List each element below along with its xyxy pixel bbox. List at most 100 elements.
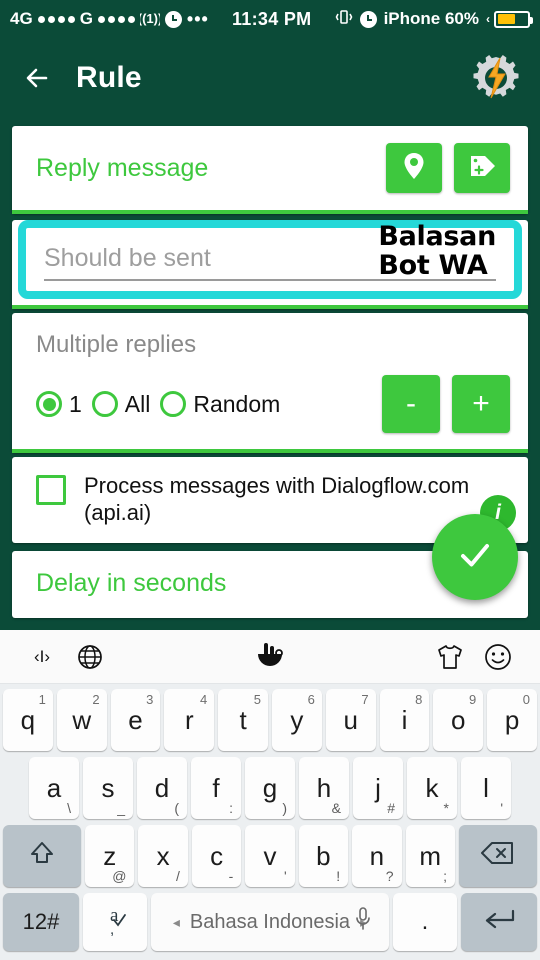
annotation-line-2: Bot WA (378, 250, 488, 282)
keyboard-row-3: z @ x / c- v ' b! n? m; (3, 825, 537, 887)
alarm-clock-icon (164, 10, 182, 28)
space-key[interactable]: ◂ Bahasa Indonesia ▸ (151, 893, 389, 951)
key-o[interactable]: 9o (433, 689, 484, 751)
key-s[interactable]: s _ (83, 757, 133, 819)
save-fab-button[interactable] (432, 514, 518, 600)
key-hint: 3 (146, 692, 154, 707)
key-label: z (103, 840, 117, 871)
period-key[interactable]: . (393, 893, 457, 951)
radio-option-all[interactable]: All (91, 391, 150, 418)
status-time: 11:34 PM (231, 8, 312, 29)
enter-key[interactable] (461, 893, 537, 951)
status-bar-center: 11:34 PM (209, 9, 335, 30)
battery-charge-tick-icon: ‹ (486, 12, 490, 26)
key-hint: 2 (92, 692, 100, 707)
key-hint: ; (443, 868, 447, 884)
key-hint: / (175, 868, 180, 884)
increment-button[interactable]: + (452, 375, 510, 433)
key-e[interactable]: 3e (110, 689, 161, 751)
key-v[interactable]: v ' (245, 825, 295, 887)
key-f[interactable]: f: (191, 757, 241, 819)
key-m[interactable]: m; (405, 825, 455, 887)
key-label: g (262, 772, 278, 803)
key-label: b (316, 840, 331, 871)
key-k[interactable]: k * (407, 757, 457, 819)
location-pin-button[interactable] (386, 143, 442, 193)
decrement-button[interactable]: - (382, 375, 440, 433)
emoji-smiley-icon[interactable] (474, 642, 522, 672)
key-d[interactable]: d( (137, 757, 187, 819)
card-divider-3 (12, 449, 528, 453)
network-type-label: 4G (10, 9, 33, 28)
key-u[interactable]: 7u (325, 689, 376, 751)
numeric-symbols-key[interactable]: 12# (3, 893, 79, 951)
key-q[interactable]: 1q (3, 689, 53, 751)
key-hint: ( (174, 800, 179, 816)
key-label: q (20, 704, 36, 735)
shift-key[interactable] (3, 825, 82, 887)
key-c[interactable]: c- (191, 825, 242, 887)
tshirt-theme-icon[interactable] (426, 643, 474, 671)
stepper-buttons: - + (382, 375, 510, 433)
key-hint: @ (112, 868, 127, 884)
keyboard-row-4: 12# a , ◂ Bahasa Indonesia ▸ . (3, 893, 537, 951)
card-divider-2 (12, 305, 528, 309)
prev-language-arrow[interactable]: ◂ (173, 914, 180, 931)
key-n[interactable]: n? (352, 825, 402, 887)
key-label: p (504, 704, 520, 735)
back-arrow-icon[interactable] (18, 58, 58, 98)
status-bar-right: iPhone 60% ‹ (335, 9, 533, 30)
key-r[interactable]: 4r (164, 689, 215, 751)
reply-count-radio-group: 1 All Random (36, 391, 280, 418)
dialogflow-checkbox[interactable] (36, 475, 66, 505)
key-label: s (101, 772, 115, 803)
key-a[interactable]: a \ (29, 757, 79, 819)
key-label: t (239, 704, 247, 735)
key-label: n (369, 840, 385, 871)
multiple-replies-card: Multiple replies 1 All Random - + (12, 313, 528, 453)
key-t[interactable]: 5t (218, 689, 268, 751)
backspace-key[interactable] (458, 825, 537, 887)
cursor-move-icon[interactable]: ‹I› (18, 645, 66, 669)
input-highlight-box: Should be sent Balasan Bot WA (18, 220, 522, 299)
shift-arrow-icon (26, 838, 58, 875)
battery-label: iPhone 60% (383, 9, 479, 28)
key-hint: ? (385, 868, 394, 884)
reply-message-row: Reply message (12, 126, 528, 210)
key-w[interactable]: 2w (56, 689, 107, 751)
key-i[interactable]: 8i (379, 689, 430, 751)
key-hint: # (387, 800, 395, 816)
multiple-replies-title: Multiple replies (36, 331, 197, 358)
status-bar: 4G G ((1)) ••• 11:34 PM (0, 0, 540, 38)
backspace-icon (480, 840, 516, 873)
key-hint: 9 (468, 692, 477, 707)
key-z[interactable]: z @ (85, 825, 135, 887)
key-b[interactable]: b! (298, 825, 349, 887)
key-label: c (210, 840, 224, 871)
microphone-icon[interactable] (353, 906, 373, 938)
symbol-key[interactable]: a , (83, 893, 147, 951)
globe-icon[interactable] (66, 643, 114, 671)
key-hint: : (229, 800, 233, 816)
radio-option-random[interactable]: Random (160, 391, 280, 418)
key-h[interactable]: h & (299, 757, 349, 819)
key-j[interactable]: j # (353, 757, 403, 819)
touchpal-logo-icon[interactable] (246, 640, 294, 674)
key-hint: _ (117, 800, 125, 816)
key-hint: ) (282, 800, 287, 816)
key-p[interactable]: 0p (487, 689, 537, 751)
status-bar-left: 4G G ((1)) ••• (10, 9, 209, 29)
key-x[interactable]: x / (138, 825, 188, 887)
radio-icon-random (160, 391, 187, 417)
tasker-gear-icon[interactable] (470, 52, 522, 104)
radio-label-random: Random (193, 390, 281, 417)
radio-option-one[interactable]: 1 (36, 391, 82, 418)
key-l[interactable]: l ' (461, 757, 511, 819)
key-y[interactable]: 6y (272, 689, 322, 751)
key-hint: \ (67, 800, 71, 816)
key-hint: * (443, 800, 449, 816)
reply-message-actions (386, 143, 510, 193)
add-tag-button[interactable] (454, 143, 510, 193)
key-g[interactable]: g) (245, 757, 295, 819)
keyboard-row-2: a \ s _ d( f: g) h & j # k * l ' (3, 757, 537, 819)
